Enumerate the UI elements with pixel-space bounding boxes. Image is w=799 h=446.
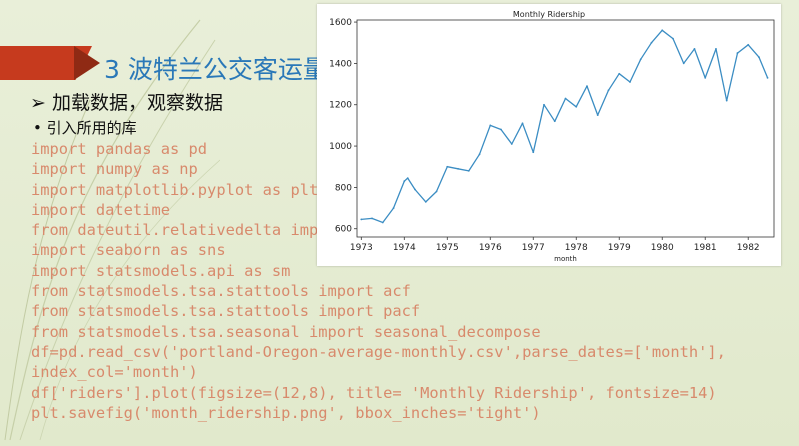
y-tick-label: 1600 xyxy=(329,18,352,28)
ridership-chart: Monthly Ridership 600 800 1000 1200 1400 1600… xyxy=(317,4,781,266)
x-tick-label: 1976 xyxy=(479,243,502,253)
ridership-series-line xyxy=(361,29,769,224)
data-point xyxy=(457,167,459,170)
data-point xyxy=(586,85,588,88)
data-point xyxy=(725,99,728,102)
code-line: plt.savefig('month_ridership.png', bbox_… xyxy=(31,403,541,422)
data-point xyxy=(381,221,384,224)
x-tick-label: 1979 xyxy=(608,243,631,253)
y-tick-label: 800 xyxy=(335,183,352,193)
data-point xyxy=(564,97,567,100)
chart-plot: 600 800 1000 1200 1400 1600 1973 1974 1975 1976 19… xyxy=(329,18,775,263)
data-point xyxy=(575,105,578,108)
y-tick-label: 1400 xyxy=(329,59,352,69)
x-tick-label: 1978 xyxy=(565,243,588,253)
data-point xyxy=(672,37,674,40)
data-point xyxy=(607,89,610,92)
data-point xyxy=(693,48,696,50)
y-tick-label: 600 xyxy=(335,225,352,235)
data-point xyxy=(403,180,406,183)
data-point xyxy=(747,43,750,46)
data-point xyxy=(392,207,395,209)
data-point xyxy=(521,122,524,125)
data-point xyxy=(639,58,642,61)
data-point xyxy=(532,151,535,154)
data-point xyxy=(435,190,438,193)
data-point xyxy=(543,103,545,106)
data-point xyxy=(736,52,739,54)
code-line: df=pd.read_csv('portland-Oregon-average-… xyxy=(31,342,726,361)
data-point xyxy=(704,76,707,79)
data-point xyxy=(618,72,621,75)
code-line: from statsmodels.tsa.stattools import pa… xyxy=(31,302,421,321)
data-point xyxy=(478,153,481,156)
code-line: df['riders'].plot(figsize=(12,8), title=… xyxy=(31,383,717,402)
slide: 3 波特兰公交客运量预测 ➢ 加载数据，观察数据 • 引入所用的库 import… xyxy=(0,0,799,446)
data-point xyxy=(360,218,363,221)
plot-frame xyxy=(356,19,775,238)
data-point xyxy=(629,81,631,83)
data-point xyxy=(766,76,769,79)
y-tick-label: 1200 xyxy=(329,101,352,111)
code-line: from statsmodels.tsa.stattools import ac… xyxy=(31,282,411,301)
data-point xyxy=(661,29,664,32)
bullet-load-data: ➢ 加载数据，观察数据 xyxy=(30,92,223,114)
x-tick-label: 1977 xyxy=(522,243,545,253)
code-line: from statsmodels.tsa.seasonal import sea… xyxy=(31,322,541,341)
x-axis-label: month xyxy=(554,255,577,263)
y-tick-label: 1000 xyxy=(329,142,352,152)
x-tick-label: 1973 xyxy=(350,243,373,253)
data-point xyxy=(650,41,653,44)
bullet-import-libs: • 引入所用的库 xyxy=(33,119,137,137)
x-tick-label: 1981 xyxy=(694,243,717,253)
data-point xyxy=(553,120,556,123)
data-point xyxy=(371,217,373,220)
data-point xyxy=(510,143,513,145)
data-point xyxy=(446,165,449,168)
data-point xyxy=(682,62,685,65)
data-point xyxy=(406,177,409,180)
x-tick-label: 1975 xyxy=(436,243,459,253)
data-point xyxy=(467,169,470,172)
code-line: index_col='month') xyxy=(31,363,198,382)
data-point xyxy=(424,200,427,203)
data-point xyxy=(715,48,717,50)
data-point xyxy=(414,188,416,191)
x-tick-label: 1980 xyxy=(651,243,674,253)
data-point xyxy=(489,124,492,127)
data-point xyxy=(758,56,760,59)
data-point xyxy=(596,114,599,116)
data-point xyxy=(500,128,502,131)
x-tick-label: 1974 xyxy=(393,243,416,253)
x-tick-label: 1982 xyxy=(737,243,760,253)
